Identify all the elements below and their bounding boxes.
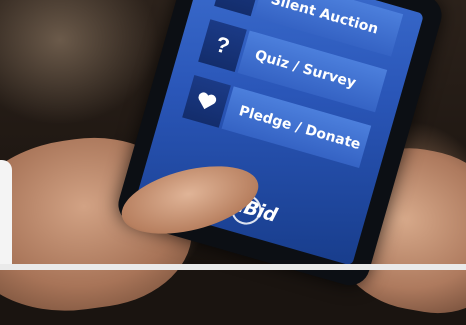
photo-background: Silent Auction ? Quiz / Survey Pledge / … — [0, 0, 466, 325]
white-card-edge — [0, 160, 12, 270]
bottom-strip — [0, 264, 466, 270]
